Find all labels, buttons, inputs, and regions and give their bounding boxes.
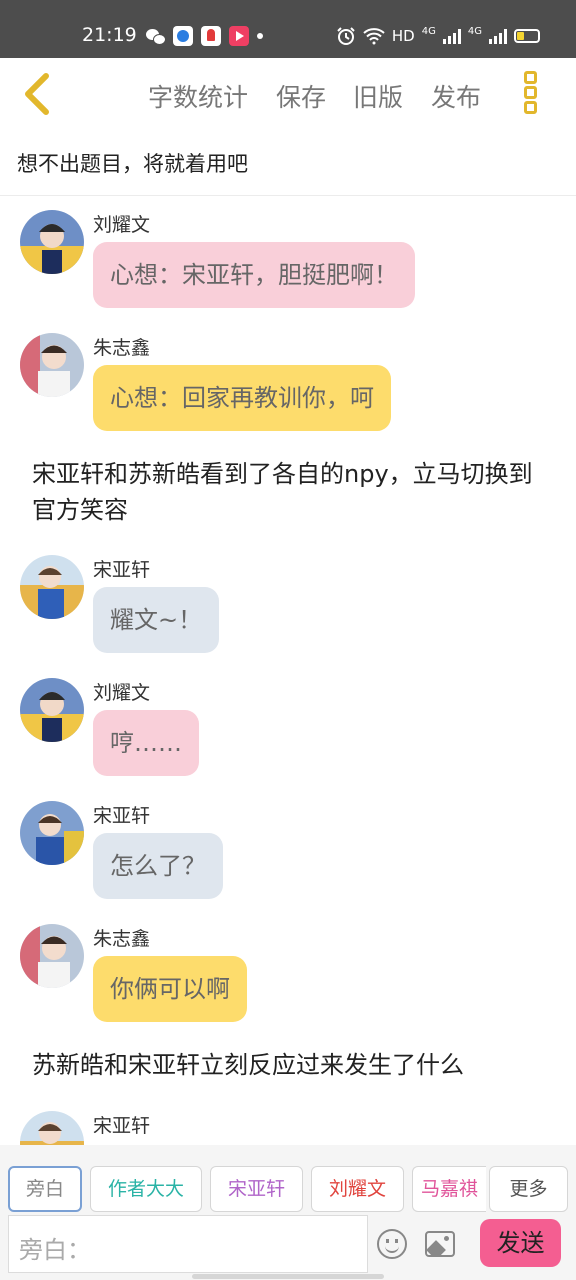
sender-name: 朱志鑫	[93, 928, 151, 950]
more-menu-icon[interactable]	[522, 70, 540, 116]
status-time: 21:19	[82, 24, 137, 46]
video-app-icon	[229, 26, 249, 46]
sender-name: 宋亚轩	[93, 805, 151, 827]
role-chip-narrator[interactable]: 旁白	[8, 1166, 82, 1212]
avatar[interactable]	[20, 678, 84, 742]
system-icons: HD 4G 4G	[336, 26, 540, 46]
home-indicator	[192, 1274, 384, 1279]
hd-label: HD	[391, 27, 415, 45]
signal-label-1: 4G	[421, 25, 436, 37]
role-chip-ma-jiaqi[interactable]: 马嘉祺	[412, 1166, 486, 1212]
signal-icon-2	[489, 28, 507, 44]
signal-label-2: 4G	[467, 25, 482, 37]
notification-icons	[145, 26, 263, 46]
role-chip-song-yaxuan[interactable]: 宋亚轩	[210, 1166, 303, 1212]
more-notifications-dot	[257, 33, 263, 39]
message-input[interactable]: 旁白：	[8, 1215, 368, 1273]
browser-icon	[173, 26, 193, 46]
story-title-row[interactable]: 想不出题目，将就着用吧	[0, 132, 576, 196]
wechat-icon	[145, 26, 166, 46]
save-button[interactable]: 保存	[276, 78, 326, 114]
narration-text[interactable]: 宋亚轩和苏新皓看到了各自的npy，立马切换到官方笑容	[32, 456, 552, 528]
message-bubble[interactable]: 你俩可以啊	[93, 956, 247, 1022]
map-icon	[201, 26, 221, 46]
role-chip-liu-yaowen[interactable]: 刘耀文	[311, 1166, 404, 1212]
message-bubble[interactable]: 心想：宋亚轩，胆挺肥啊！	[93, 242, 415, 308]
status-bar: 21:19 HD 4G 4G	[0, 0, 576, 58]
send-button[interactable]: 发送	[480, 1219, 561, 1267]
alarm-icon	[337, 27, 355, 45]
role-selector: 旁白 作者大大 宋亚轩 刘耀文 马嘉祺 更多	[0, 1145, 576, 1215]
message-bubble[interactable]: 心想：回家再教训你，呵	[93, 365, 391, 431]
sender-name: 宋亚轩	[93, 1115, 151, 1137]
narration-text[interactable]: 苏新皓和宋亚轩立刻反应过来发生了什么	[32, 1047, 552, 1083]
avatar[interactable]	[20, 210, 84, 274]
avatar[interactable]	[20, 555, 84, 619]
editor-toolbar: 字数统计 保存 旧版 发布	[0, 58, 576, 132]
sender-name: 宋亚轩	[93, 559, 151, 581]
avatar[interactable]	[20, 924, 84, 988]
avatar[interactable]	[20, 801, 84, 865]
story-title: 想不出题目，将就着用吧	[17, 152, 248, 176]
message-bubble[interactable]: 耀文~！	[93, 587, 220, 653]
back-arrow-icon[interactable]	[18, 70, 62, 118]
old-version-button[interactable]: 旧版	[353, 78, 403, 114]
message-bubble[interactable]: 怎么了？	[93, 833, 223, 899]
avatar[interactable]	[20, 333, 84, 397]
message-bubble[interactable]: 哼……	[93, 710, 199, 776]
word-count-button[interactable]: 字数统计	[148, 78, 248, 114]
image-icon[interactable]	[425, 1231, 455, 1257]
emoji-icon[interactable]	[377, 1229, 407, 1259]
sender-name: 刘耀文	[93, 214, 151, 236]
avatar[interactable]	[20, 1111, 84, 1145]
battery-icon	[514, 29, 540, 43]
message-feed[interactable]: 刘耀文 心想：宋亚轩，胆挺肥啊！ 朱志鑫 心想：回家再教训你，呵 宋亚轩和苏新皓…	[0, 197, 576, 1145]
role-chip-author[interactable]: 作者大大	[90, 1166, 202, 1212]
wifi-icon	[363, 28, 385, 45]
sender-name: 朱志鑫	[93, 337, 151, 359]
sender-name: 刘耀文	[93, 682, 151, 704]
signal-icon-1	[442, 28, 461, 44]
publish-button[interactable]: 发布	[431, 78, 481, 114]
more-roles-button[interactable]: 更多	[489, 1166, 568, 1212]
input-bar: 旁白： 发送	[0, 1215, 576, 1280]
